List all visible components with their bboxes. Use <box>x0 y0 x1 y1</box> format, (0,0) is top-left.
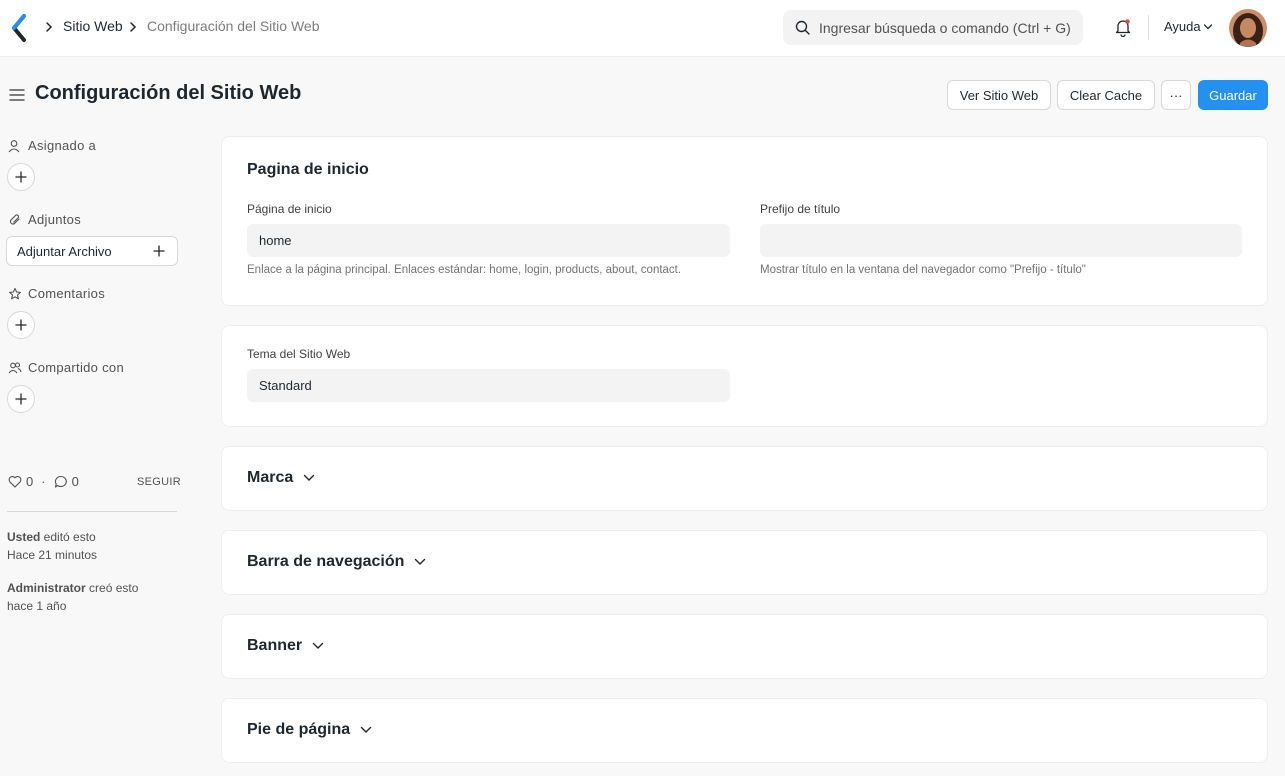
theme-field[interactable]: Standard <box>247 369 730 402</box>
activity-item: Administrator creó esto hace 1 año <box>7 579 138 615</box>
section-toggle[interactable]: Barra de navegación <box>247 553 426 571</box>
chevron-right-icon <box>46 22 53 32</box>
app-logo-icon[interactable] <box>10 14 30 42</box>
attach-file-button[interactable]: Adjuntar Archivo <box>6 236 178 266</box>
help-dropdown[interactable]: Ayuda <box>1164 19 1201 34</box>
navbar: Sitio Web Configuración del Sitio Web In… <box>0 0 1285 57</box>
engagement-counts: 0 · 0 <box>8 474 79 489</box>
likes-count: 0 <box>26 474 34 489</box>
paperclip-icon <box>9 213 20 225</box>
section-toggle[interactable]: Banner <box>247 637 324 655</box>
breadcrumb-sitio-web[interactable]: Sitio Web <box>63 18 123 34</box>
comments-label: Comentarios <box>28 286 105 301</box>
user-add-icon <box>8 139 20 152</box>
activity-user: Administrator <box>7 581 86 595</box>
section-title: Barra de navegación <box>247 553 405 570</box>
notification-bell-icon[interactable] <box>1113 17 1133 37</box>
section-toggle[interactable]: Marca <box>247 469 315 487</box>
section-title: Marca <box>247 469 294 486</box>
activity-user: Usted <box>7 530 41 544</box>
user-avatar[interactable] <box>1229 9 1267 47</box>
home-page-section: Pagina de inicio Página de inicio home E… <box>221 136 1268 306</box>
add-share-button[interactable] <box>7 385 35 413</box>
clear-cache-button[interactable]: Clear Cache <box>1057 80 1155 110</box>
title-prefix-label: Prefijo de título <box>760 202 841 216</box>
attach-file-label: Adjuntar Archivo <box>17 244 112 259</box>
chevron-down-icon[interactable] <box>1203 23 1213 31</box>
page-title: Configuración del Sitio Web <box>35 82 302 104</box>
chevron-down-icon <box>304 474 315 481</box>
heart-icon[interactable] <box>8 475 22 488</box>
theme-section: Tema del Sitio Web Standard <box>221 325 1268 427</box>
home-page-description: Enlace a la página principal. Enlaces es… <box>247 264 682 276</box>
title-prefix-description: Mostrar título en la ventana del navegad… <box>760 264 1086 276</box>
activity-action: creó esto <box>85 581 139 595</box>
activity-item: Usted editó esto Hace 21 minutos <box>7 528 97 564</box>
users-icon <box>8 361 22 373</box>
follow-button[interactable]: SEGUIR <box>137 476 181 488</box>
chevron-down-icon <box>312 642 324 649</box>
assigned-to-label: Asignado a <box>28 138 97 153</box>
comments-count: 0 <box>71 474 79 489</box>
shared-with-label: Compartido con <box>28 360 124 375</box>
comment-bubble-icon[interactable] <box>54 475 68 488</box>
section-title: Banner <box>247 637 303 654</box>
theme-label: Tema del Sitio Web <box>247 347 351 361</box>
add-assignee-button[interactable] <box>7 163 35 191</box>
save-button[interactable]: Guardar <box>1198 80 1268 110</box>
attachments-label: Adjuntos <box>28 212 81 227</box>
search-input[interactable]: Ingresar búsqueda o comando (Ctrl + G) <box>783 10 1083 45</box>
plus-icon <box>15 171 27 183</box>
sidebar-divider <box>7 511 177 512</box>
plus-icon <box>153 245 165 257</box>
home-page-label: Página de inicio <box>247 202 332 216</box>
plus-icon <box>15 393 27 405</box>
home-page-field[interactable]: home <box>247 224 730 257</box>
section-title: Pagina de inicio <box>247 161 369 178</box>
title-prefix-field[interactable] <box>760 224 1242 257</box>
star-icon <box>9 287 21 299</box>
navbar-divider <box>1148 15 1149 40</box>
menu-icon[interactable] <box>9 88 25 102</box>
chevron-down-icon <box>415 558 426 565</box>
comments-section: Comentarios <box>8 286 105 301</box>
section-toggle[interactable]: Pie de página <box>247 721 372 739</box>
section-title: Pie de página <box>247 721 351 738</box>
plus-icon <box>15 319 27 331</box>
activity-time: hace 1 año <box>7 599 67 613</box>
chevron-down-icon <box>360 726 372 733</box>
navbar-section[interactable]: Barra de navegación <box>221 530 1268 595</box>
add-comment-button[interactable] <box>7 311 35 339</box>
chevron-right-icon <box>130 22 137 32</box>
more-actions-button[interactable]: ··· <box>1161 80 1191 110</box>
breadcrumb-current[interactable]: Configuración del Sitio Web <box>147 18 320 34</box>
activity-time: Hace 21 minutos <box>7 548 98 562</box>
assigned-to-section: Asignado a <box>8 138 96 153</box>
view-site-button[interactable]: Ver Sitio Web <box>947 80 1051 110</box>
counts-separator: · <box>41 474 46 489</box>
branding-section[interactable]: Marca <box>221 446 1268 511</box>
search-icon <box>795 20 810 35</box>
activity-action: editó esto <box>40 530 96 544</box>
attachments-section: Adjuntos <box>8 212 81 227</box>
footer-section[interactable]: Pie de página <box>221 698 1268 763</box>
search-placeholder: Ingresar búsqueda o comando (Ctrl + G) <box>819 20 1071 36</box>
shared-with-section: Compartido con <box>8 360 124 375</box>
banner-section[interactable]: Banner <box>221 614 1268 679</box>
